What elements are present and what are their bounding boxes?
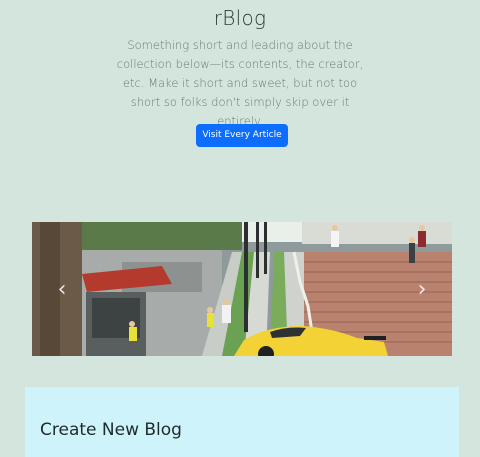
carousel-prev-button[interactable]: ‹ (32, 222, 92, 356)
chevron-left-icon: ‹ (57, 276, 67, 302)
image-carousel: ‹ › (32, 222, 452, 356)
create-blog-heading: Create New Blog (40, 420, 182, 440)
carousel-slide-image (32, 222, 452, 356)
site-title: rBlog (213, 6, 267, 30)
carousel-next-button[interactable]: › (392, 222, 452, 356)
visit-every-article-button[interactable]: Visit Every Article (196, 124, 288, 147)
lead-text: Something short and leading about the co… (116, 38, 364, 128)
create-blog-panel: Create New Blog (25, 387, 459, 457)
chevron-right-icon: › (417, 276, 427, 302)
